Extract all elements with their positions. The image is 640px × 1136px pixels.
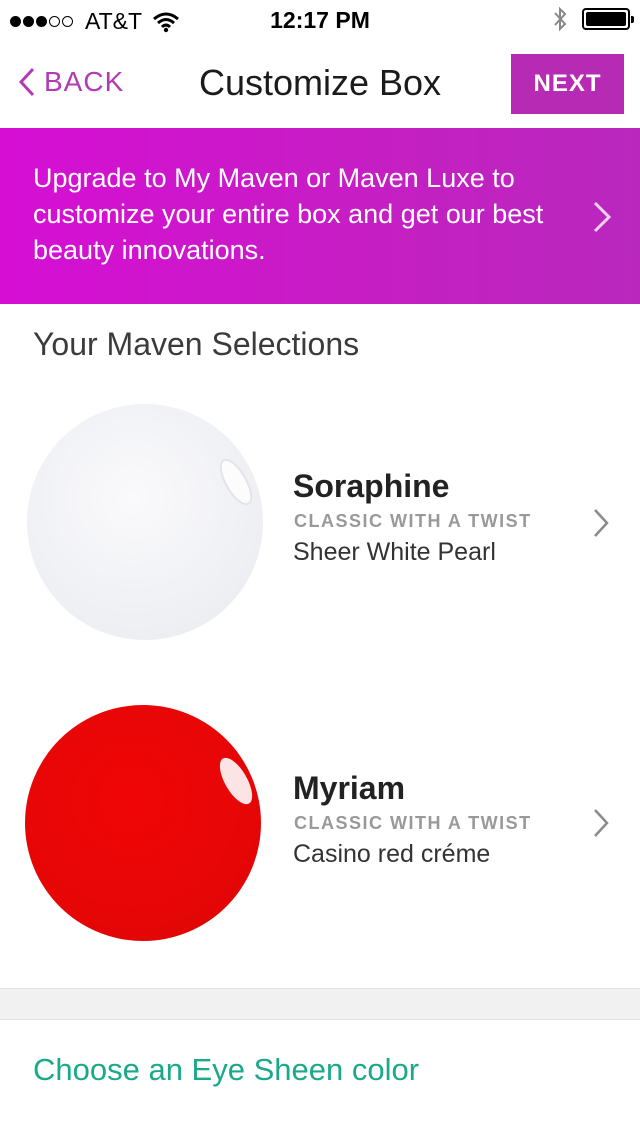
battery-fill [586,12,626,26]
polish-swatch [25,705,261,941]
section-title: Your Maven Selections [33,326,360,362]
next-button[interactable]: NEXT [511,54,624,114]
product-description: Sheer White Pearl [293,538,496,566]
product-category: CLASSIC WITH A TWIST [294,813,532,833]
product-description: Casino red créme [293,840,491,868]
status-bar: AT&T 12:17 PM [0,0,640,40]
chevron-right-icon [594,809,609,837]
product-row[interactable]: Myriam CLASSIC WITH A TWIST Casino red c… [0,682,640,941]
swatch-highlight [213,453,259,511]
chevron-right-icon [594,509,609,537]
upgrade-banner[interactable]: Upgrade to My Maven or Maven Luxe to cus… [0,128,640,304]
chevron-right-icon [593,201,612,233]
product-name: Soraphine [293,468,450,504]
battery-icon [582,8,634,30]
choose-eye-sheen-link[interactable]: Choose an Eye Sheen color [33,1052,419,1088]
swatch-highlight [213,752,259,810]
status-time: 12:17 PM [270,7,370,33]
product-name: Myriam [293,770,406,806]
polish-swatch [27,404,263,640]
product-category: CLASSIC WITH A TWIST [294,511,532,531]
status-right [552,6,634,32]
bluetooth-icon [554,6,567,32]
section-divider [0,988,640,1020]
upgrade-banner-text: Upgrade to My Maven or Maven Luxe to cus… [33,163,544,265]
product-row[interactable]: Soraphine CLASSIC WITH A TWIST Sheer Whi… [0,380,640,640]
customize-box-screen: AT&T 12:17 PM BACK Customize Box NEXT Up… [0,0,640,1136]
navigation-bar: BACK Customize Box NEXT [0,40,640,128]
